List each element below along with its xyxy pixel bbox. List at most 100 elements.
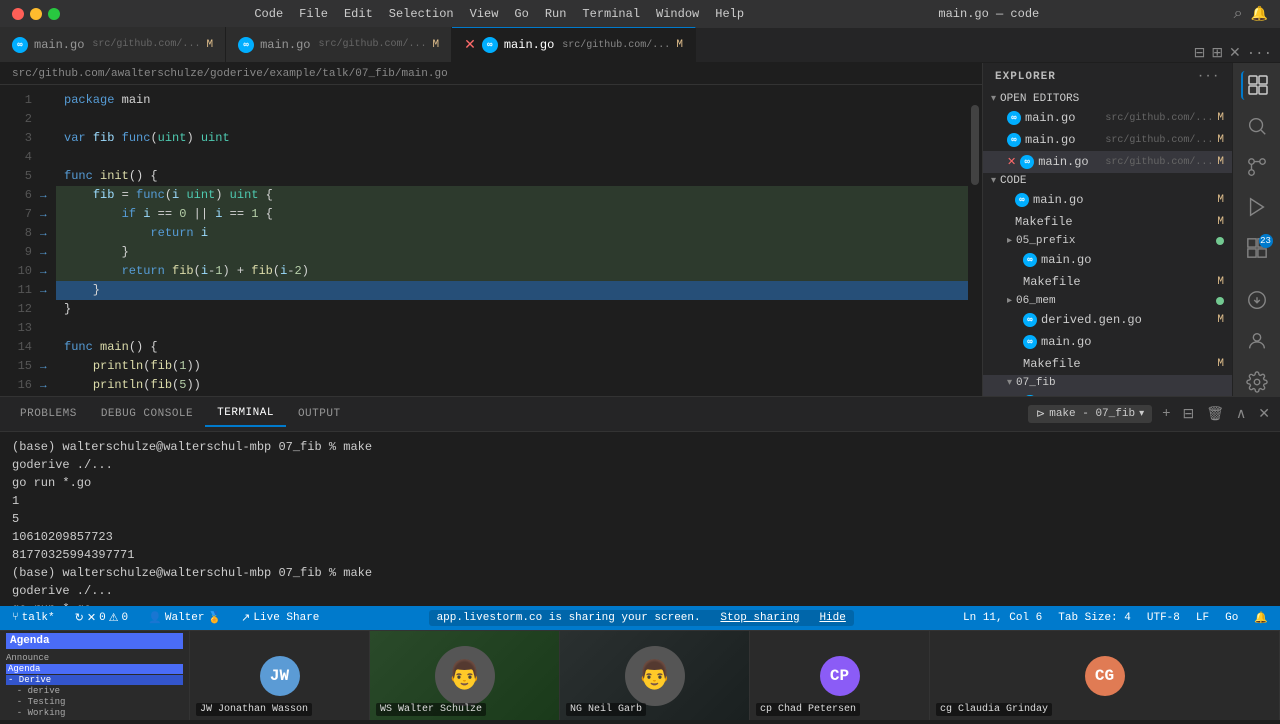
mem-makefile[interactable]: Makefile M [983,353,1232,375]
activity-extensions[interactable]: 23 [1241,234,1273,263]
video-cg: CG cg Claudia Grinday [930,631,1280,720]
folder-07-fib[interactable]: ▾ 07_fib [983,375,1232,391]
new-terminal-button[interactable]: + [1160,404,1172,424]
status-language[interactable]: Go [1221,612,1242,624]
code-main-go-badge: M [1217,194,1224,206]
bell-icon: 🔔 [1254,611,1268,625]
prefix-makefile[interactable]: Makefile M [983,271,1232,293]
terminal-label[interactable]: ⊳ make - 07_fib ▾ [1028,405,1152,423]
menu-go[interactable]: Go [514,7,528,21]
code-section-header[interactable]: ▾ CODE [983,173,1232,189]
split-editor-icon[interactable]: ⊟ [1194,45,1206,62]
activity-explorer[interactable] [1241,71,1273,100]
search-icon[interactable]: ⌕ [1234,5,1243,23]
status-branch[interactable]: ⑂ talk* [8,612,59,624]
menu-terminal[interactable]: Terminal [582,7,640,21]
editor-layout-icon[interactable]: ⊞ [1211,45,1223,62]
cp-avatar: CP [820,656,860,696]
code-main-go-label: main.go [1033,193,1213,207]
activity-debug[interactable] [1241,193,1273,222]
tab-2[interactable]: ∞ main.go src/github.com/... M [226,27,452,62]
close-editor-icon[interactable]: ✕ [1229,45,1241,62]
folder-06-mem[interactable]: ▸ 06_mem [983,293,1232,309]
video-ng: 👨 NG Neil Garb [560,631,750,720]
tab-close-icon[interactable]: ✕ [464,37,476,54]
code-main-go[interactable]: ∞ main.go M [983,189,1232,211]
code-section: ▾ CODE ∞ main.go M Makefile M ▸ 05_pre [983,173,1232,396]
code-line-4 [56,148,968,167]
menu-code[interactable]: Code [254,7,283,21]
code-content[interactable]: package main var fib func(uint) uint fun… [56,85,968,396]
activity-account[interactable] [1241,327,1273,356]
menu-edit[interactable]: Edit [344,7,373,21]
minimize-button[interactable] [30,8,42,20]
maximize-button[interactable] [48,8,60,20]
terminal-content[interactable]: (base) walterschulze@walterschul-mbp 07_… [0,432,1280,606]
scrollbar-thumb[interactable] [971,105,979,185]
menu-file[interactable]: File [299,7,328,21]
tab-1[interactable]: ∞ main.go src/github.com/... M [0,27,226,62]
folder-06-label: 06_mem [1016,295,1056,307]
status-live-share[interactable]: ↗ Live Share [237,611,323,625]
open-editor-1[interactable]: ∞ main.go src/github.com/... M [983,107,1232,129]
terminal-dropdown-icon[interactable]: ▾ [1139,408,1144,420]
editor-scrollbar[interactable] [968,85,982,396]
tab-problems[interactable]: PROBLEMS [8,402,89,426]
mem-derived-gen[interactable]: ∞ derived.gen.go M [983,309,1232,331]
more-actions-icon[interactable]: ··· [1247,46,1272,62]
terminal-icon: ⊳ [1036,407,1045,421]
maximize-panel-button[interactable]: ∧ [1234,404,1248,425]
activity-live-share[interactable] [1241,286,1273,315]
tab-bar: ∞ main.go src/github.com/... M ∞ main.go… [0,28,1280,63]
status-encoding[interactable]: UTF-8 [1143,612,1184,624]
close-button[interactable] [12,8,24,20]
menu-help[interactable]: Help [715,7,744,21]
tab-terminal[interactable]: TERMINAL [205,401,286,427]
fib-main-go-label: main.go [1041,395,1213,396]
status-notifications-icon[interactable]: 🔔 [1250,611,1272,625]
open-editor-2[interactable]: ∞ main.go src/github.com/... M [983,129,1232,151]
position-text: Ln 11, Col 6 [963,612,1042,624]
hide-button[interactable]: Hide [819,612,845,624]
window-controls[interactable] [12,8,60,20]
kill-terminal-button[interactable]: 🗑 [1204,404,1226,425]
status-position[interactable]: Ln 11, Col 6 [959,612,1046,624]
sidebar-more-icon[interactable]: ··· [1197,71,1220,83]
tab-3[interactable]: ✕ ∞ main.go src/github.com/... M [452,27,696,62]
terminal-line-10: go run *.go [12,600,1268,606]
titlebar-icons[interactable]: ⌕ 🔔 [1234,5,1268,23]
breadcrumb-path: src/github.com/awalterschulze/goderive/e… [12,68,448,80]
split-terminal-button[interactable]: ⊟ [1181,404,1197,425]
tab-3-badge: M [676,39,683,51]
code-makefile-badge: M [1217,216,1224,228]
open-editor-3[interactable]: ✕ ∞ main.go src/github.com/... M [983,151,1232,173]
status-tab-size[interactable]: Tab Size: 4 [1054,612,1135,624]
open-editors-header[interactable]: ▾ OPEN EDITORS [983,91,1232,107]
folder-05-prefix[interactable]: ▸ 05_prefix [983,233,1232,249]
sidebar-scroll[interactable]: ▾ OPEN EDITORS ∞ main.go src/github.com/… [983,91,1232,396]
notifications-icon[interactable]: 🔔 [1251,6,1268,23]
prefix-main-go[interactable]: ∞ main.go [983,249,1232,271]
tab-debug-console[interactable]: DEBUG CONSOLE [89,402,205,426]
status-errors[interactable]: ↻ ✕ 0 ⚠ 0 [71,611,133,625]
mem-main-go[interactable]: ∞ main.go [983,331,1232,353]
status-line-ending[interactable]: LF [1192,612,1213,624]
agenda-title: Agenda [6,633,183,649]
tab-output[interactable]: OUTPUT [286,402,353,426]
menu-view[interactable]: View [470,7,499,21]
stop-sharing-button[interactable]: Stop sharing [720,612,799,624]
code-makefile[interactable]: Makefile M [983,211,1232,233]
open-editor-2-badge: M [1217,134,1224,146]
menu-selection[interactable]: Selection [389,7,454,21]
open-editors-section: ▾ OPEN EDITORS ∞ main.go src/github.com/… [983,91,1232,173]
close-panel-button[interactable]: ✕ [1256,404,1272,425]
status-user[interactable]: 👤 Walter 🏅 [144,611,225,625]
activity-search[interactable] [1241,112,1273,141]
menu-run[interactable]: Run [545,7,567,21]
open-editor-3-close-icon[interactable]: ✕ [1007,155,1016,169]
activity-git[interactable] [1241,152,1273,181]
fib-main-go[interactable]: ∞ main.go M [983,391,1232,396]
menu-window[interactable]: Window [656,7,699,21]
code-area[interactable]: 1 2 3 4 5 6 7 8 9 10 11 12 13 14 15 16 1… [0,85,982,396]
activity-settings[interactable] [1241,367,1273,396]
